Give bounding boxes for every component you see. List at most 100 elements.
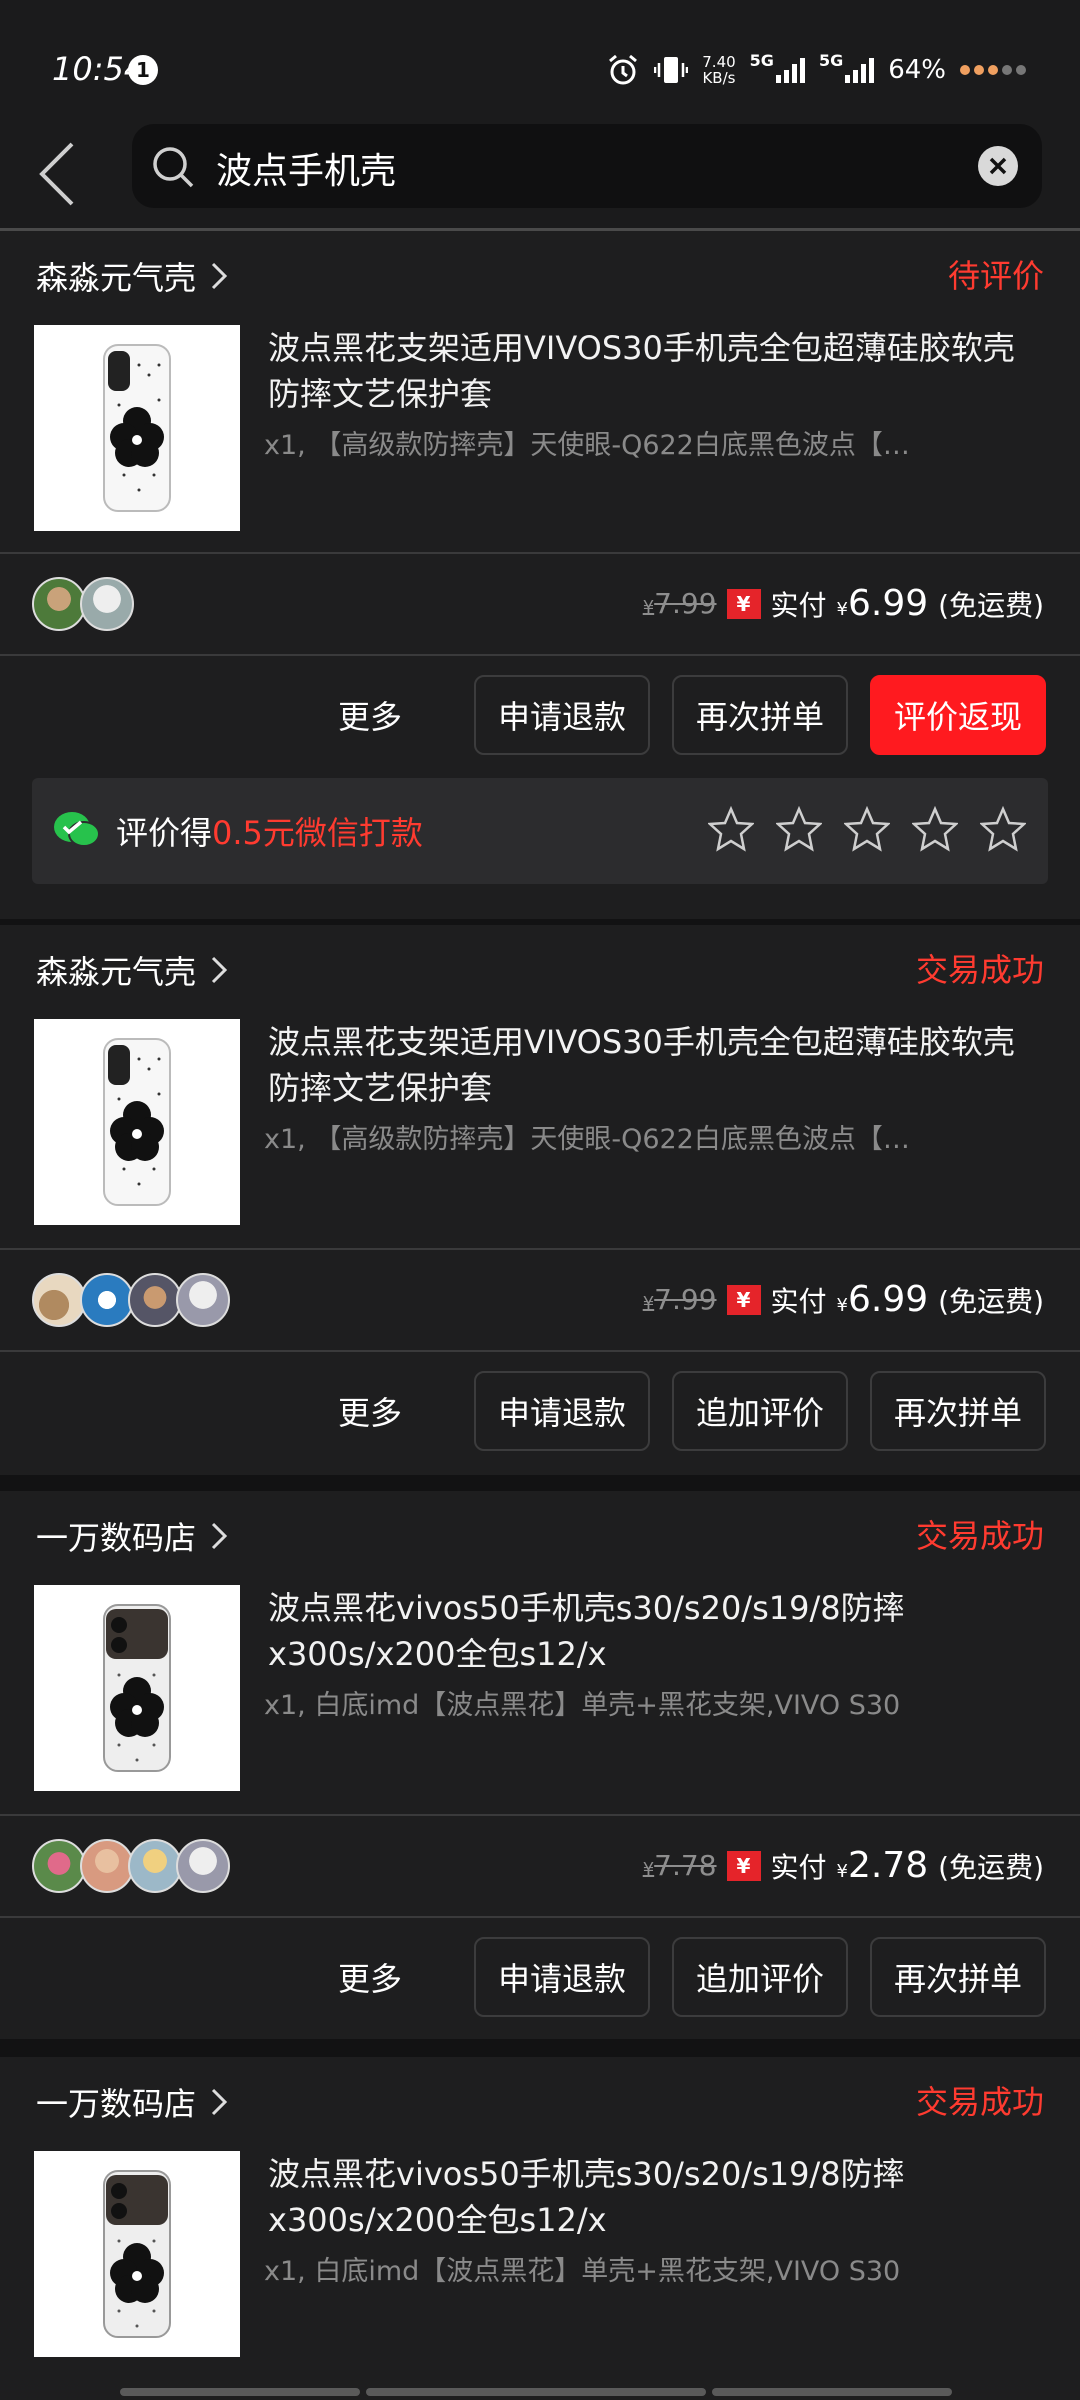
group-avatars[interactable] <box>32 1273 230 1327</box>
avatar <box>176 1273 230 1327</box>
add-review-button[interactable]: 追加评价 <box>671 1371 848 1451</box>
paid-amount: ¥6.99 <box>836 1279 929 1320</box>
more-button[interactable]: 更多 <box>338 1954 402 2000</box>
store-name: 森淼元气壳 <box>36 953 197 991</box>
store-link[interactable]: 森淼元气壳 <box>36 251 228 301</box>
review-cashback-button[interactable]: 评价返现 <box>869 675 1046 755</box>
phone-case-image <box>103 344 171 512</box>
product-title[interactable]: 波点黑花支架适用VIVOS30手机壳全包超薄硅胶软壳防摔文艺保护套 <box>268 325 1038 417</box>
chevron-right-icon <box>211 956 228 984</box>
status-icons: 7.40 KB/s 5G 5G 64% <box>606 50 1026 90</box>
network-speed: 7.40 KB/s <box>702 53 736 87</box>
avatar <box>128 1839 182 1893</box>
store-name: 森淼元气壳 <box>36 259 197 297</box>
clear-icon[interactable] <box>978 146 1018 186</box>
avatar <box>32 1839 86 1893</box>
phone-case-image <box>103 2170 171 2338</box>
paid-label: 实付 <box>770 588 827 622</box>
star-icon[interactable] <box>844 806 890 852</box>
product-thumbnail[interactable] <box>34 325 240 531</box>
refund-button[interactable]: 申请退款 <box>473 1937 650 2017</box>
product-spec: x1, 白底imd【波点黑花】单壳+黑花支架,VIVO S30 <box>264 1690 901 1721</box>
back-arrow-icon[interactable] <box>34 134 94 214</box>
product-spec: x1, 白底imd【波点黑花】单壳+黑花支架,VIVO S30 <box>264 2256 901 2287</box>
product-title[interactable]: 波点黑花vivos50手机壳s30/s20/s19/8防摔x300s/x200全… <box>268 2151 1038 2243</box>
order-card[interactable]: 森淼元气壳 交易成功 波点黑花支架适用VIVOS30手机壳全包超薄硅胶软壳防摔文… <box>0 925 1080 1475</box>
reorder-button[interactable]: 再次拼单 <box>671 675 848 755</box>
chevron-right-icon <box>211 262 228 290</box>
original-price: ¥7.99 <box>642 1283 717 1316</box>
rating-stars[interactable] <box>708 806 1026 852</box>
card-separator <box>0 1475 1080 1491</box>
star-icon[interactable] <box>980 806 1026 852</box>
order-actions: 更多 申请退款 再次拼单 评价返现 <box>338 675 1046 755</box>
paid-amount: ¥6.99 <box>836 583 929 624</box>
more-button[interactable]: 更多 <box>338 1388 402 1434</box>
status-bar: 10:54 1 7.40 KB/s 5G 5G 64% <box>0 0 1080 130</box>
star-icon[interactable] <box>912 806 958 852</box>
price-row: ¥7.78 ¥ 实付 ¥2.78 (免运费) <box>643 1845 1044 1886</box>
reorder-button[interactable]: 再次拼单 <box>869 1371 1046 1451</box>
battery-icon <box>960 65 1026 75</box>
divider <box>0 1350 1080 1352</box>
product-title[interactable]: 波点黑花vivos50手机壳s30/s20/s19/8防摔x300s/x200全… <box>268 1585 1038 1677</box>
add-review-button[interactable]: 追加评价 <box>671 1937 848 2017</box>
refund-button[interactable]: 申请退款 <box>473 675 650 755</box>
order-card[interactable]: 一万数码店 交易成功 波点黑花vivos50手机壳s30/s20/s19/8防摔… <box>0 2057 1080 2400</box>
review-reward-text: 评价得0.5元微信打款 <box>116 814 423 852</box>
refund-button[interactable]: 申请退款 <box>473 1371 650 1451</box>
order-actions: 更多 申请退款 追加评价 再次拼单 <box>338 1371 1046 1451</box>
battery-percent: 64% <box>888 55 946 85</box>
alarm-icon <box>609 54 638 85</box>
avatar <box>32 1273 86 1327</box>
more-button[interactable]: 更多 <box>338 692 402 738</box>
store-link[interactable]: 一万数码店 <box>36 2077 228 2127</box>
search-query: 波点手机壳 <box>216 151 397 192</box>
store-link[interactable]: 一万数码店 <box>36 1511 228 1561</box>
sim2-type: 5G <box>818 50 844 70</box>
phone-case-image <box>103 1038 171 1206</box>
original-price: ¥7.78 <box>642 1849 717 1882</box>
signal-icon <box>775 57 805 83</box>
order-card[interactable]: 森淼元气壳 待评价 波点黑花支架适用VIVOS30手机壳全包超薄硅胶软壳防摔文艺… <box>0 231 1080 919</box>
reorder-button[interactable]: 再次拼单 <box>869 1937 1046 2017</box>
product-thumbnail[interactable] <box>34 2151 240 2357</box>
product-thumbnail[interactable] <box>34 1019 240 1225</box>
order-card[interactable]: 一万数码店 交易成功 波点黑花vivos50手机壳s30/s20/s19/8防摔… <box>0 1491 1080 2039</box>
divider <box>0 654 1080 656</box>
divider <box>0 552 1080 554</box>
store-name: 一万数码店 <box>36 2085 197 2123</box>
order-status: 交易成功 <box>915 2083 1044 2121</box>
vibrate-icon <box>654 57 689 83</box>
search-icon <box>153 147 194 188</box>
avatar <box>32 577 86 631</box>
product-thumbnail[interactable] <box>34 1585 240 1791</box>
store-link[interactable]: 森淼元气壳 <box>36 945 228 995</box>
shipping-note: (免运费) <box>938 1850 1044 1884</box>
review-reward-box[interactable]: 评价得0.5元微信打款 <box>32 778 1048 884</box>
group-avatars[interactable] <box>32 1839 230 1893</box>
group-avatars[interactable] <box>32 577 134 631</box>
paid-label: 实付 <box>770 1284 827 1318</box>
wechat-icon <box>54 812 100 847</box>
divider <box>0 1916 1080 1918</box>
product-spec: x1, 【高级款防摔壳】天使眼-Q622白底黑色波点【… <box>264 430 910 461</box>
price-row: ¥7.99 ¥ 实付 ¥6.99 (免运费) <box>643 583 1044 624</box>
original-price: ¥7.99 <box>642 587 717 620</box>
star-icon[interactable] <box>708 806 754 852</box>
payment-icon: ¥ <box>726 1850 761 1881</box>
product-title[interactable]: 波点黑花支架适用VIVOS30手机壳全包超薄硅胶软壳防摔文艺保护套 <box>268 1019 1038 1111</box>
avatar <box>128 1273 182 1327</box>
paid-label: 实付 <box>770 1850 827 1884</box>
phone-case-image <box>103 1604 171 1772</box>
paid-amount: ¥2.78 <box>836 1845 929 1886</box>
shipping-note: (免运费) <box>938 588 1044 622</box>
star-icon[interactable] <box>776 806 822 852</box>
signal-icon <box>845 57 875 83</box>
avatar <box>80 1273 134 1327</box>
search-input[interactable]: 波点手机壳 <box>132 124 1042 208</box>
shipping-note: (免运费) <box>938 1284 1044 1318</box>
chevron-right-icon <box>211 1522 228 1550</box>
payment-icon: ¥ <box>726 588 761 619</box>
price-row: ¥7.99 ¥ 实付 ¥6.99 (免运费) <box>643 1279 1044 1320</box>
